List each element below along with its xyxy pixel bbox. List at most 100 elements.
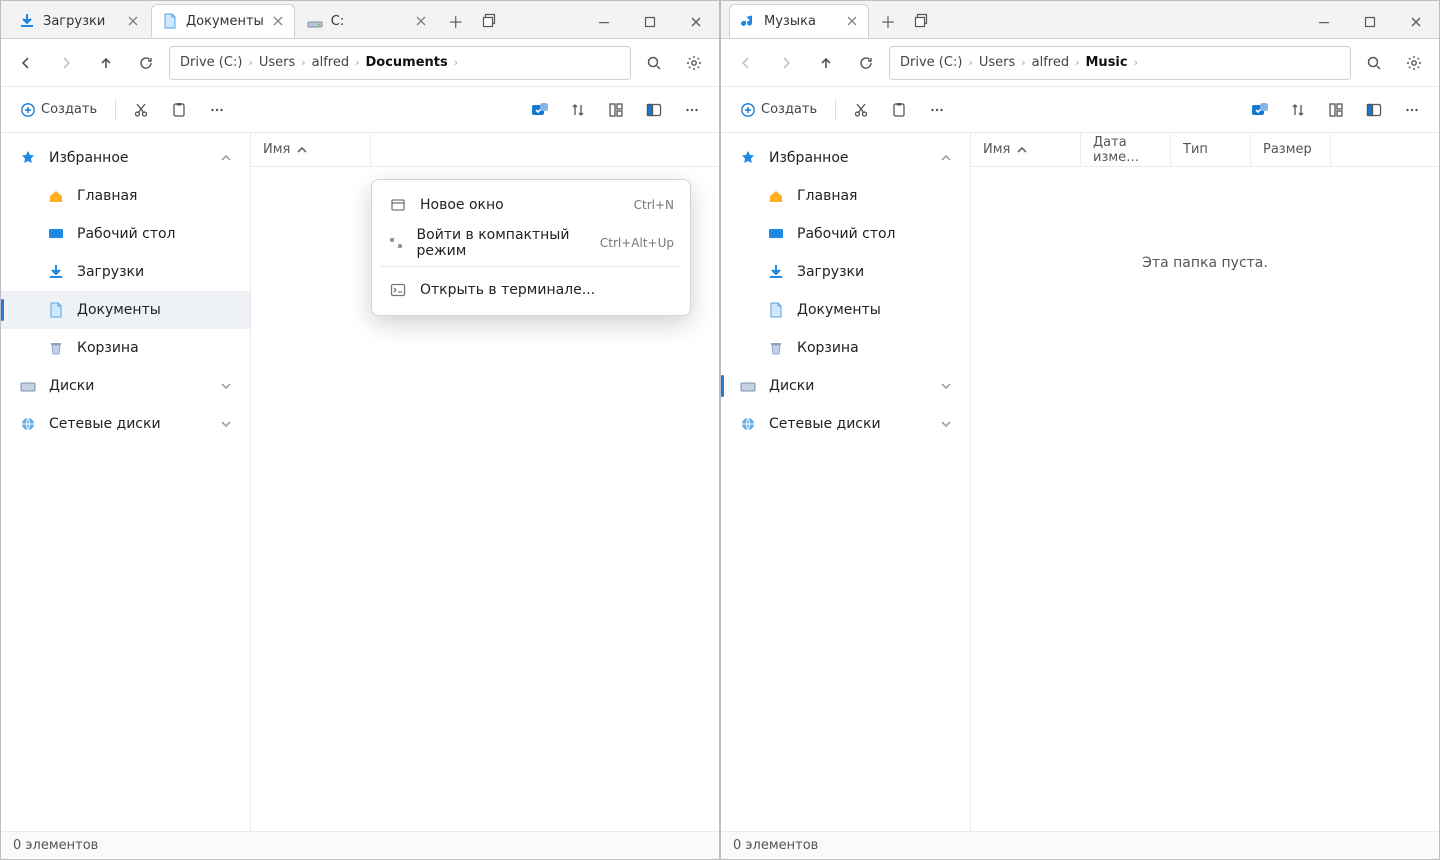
tab-0[interactable]: Загрузки [9, 4, 149, 38]
close-icon[interactable] [272, 15, 284, 27]
sidebar-item-trash[interactable]: Корзина [721, 329, 970, 367]
close-icon[interactable] [846, 15, 858, 27]
new-tab-button[interactable]: ＋ [871, 4, 905, 38]
settings-button[interactable] [677, 46, 711, 80]
breadcrumb[interactable]: Drive (C:)›Users›alfred›Documents› [169, 46, 631, 80]
sidebar-item-trash[interactable]: Корзина [1, 329, 250, 367]
forward-button[interactable] [49, 46, 83, 80]
forward-button[interactable] [769, 46, 803, 80]
chevron-right-icon: › [355, 56, 359, 69]
document-icon [767, 301, 785, 319]
sidebar-item-home[interactable]: Главная [721, 177, 970, 215]
more-actions-button[interactable] [200, 93, 234, 127]
overflow-button[interactable] [675, 93, 709, 127]
sidebar-item-download[interactable]: Загрузки [721, 253, 970, 291]
download-icon [47, 263, 65, 281]
compact-icon [388, 233, 405, 253]
layout-button[interactable] [599, 93, 633, 127]
up-button[interactable] [89, 46, 123, 80]
tab-label: C: [331, 14, 344, 29]
overflow-button[interactable] [1395, 93, 1429, 127]
sidebar-item-document[interactable]: Документы [1, 291, 250, 329]
sidebar-section-favorites[interactable]: Избранное [1, 139, 250, 177]
paste-button[interactable] [162, 93, 196, 127]
tab-bar: Загрузки Документы C: ＋ [1, 1, 719, 39]
breadcrumb-segment[interactable]: Drive (C:) [176, 53, 246, 72]
cut-button[interactable] [124, 93, 158, 127]
breadcrumb-segment[interactable]: alfred [308, 53, 353, 72]
tab-0[interactable]: Музыка [729, 4, 869, 38]
breadcrumb-segment[interactable]: Music [1082, 53, 1132, 72]
create-button[interactable]: Создать [731, 93, 827, 127]
column-headers[interactable]: ИмяДата изме…ТипРазмер [971, 133, 1439, 167]
close-icon[interactable] [127, 15, 139, 27]
maximize-button[interactable] [627, 6, 673, 38]
sidebar-item-home[interactable]: Главная [1, 177, 250, 215]
chevron-right-icon: › [1075, 56, 1079, 69]
column-2[interactable]: Тип [1171, 133, 1251, 166]
sort-asc-icon [296, 144, 308, 156]
sidebar-item-desktop[interactable]: Рабочий стол [1, 215, 250, 253]
close-icon[interactable] [415, 15, 427, 27]
split-button[interactable] [637, 93, 671, 127]
search-button[interactable] [637, 46, 671, 80]
column-0[interactable]: Имя [251, 133, 371, 166]
tab-overview-button[interactable] [905, 4, 939, 38]
sidebar-section-drives[interactable]: Диски [721, 367, 970, 405]
breadcrumb-segment[interactable]: Users [975, 53, 1019, 72]
more-actions-button[interactable] [920, 93, 954, 127]
menu-item-1[interactable]: Войти в компактный режим Ctrl+Alt+Up [378, 224, 684, 262]
chevron-right-icon: › [1021, 56, 1025, 69]
column-1[interactable]: Дата изме… [1081, 133, 1171, 166]
menu-item-0[interactable]: Новое окно Ctrl+N [378, 186, 684, 224]
window-icon [388, 195, 408, 215]
close-window-button[interactable] [1393, 6, 1439, 38]
sidebar-item-download[interactable]: Загрузки [1, 253, 250, 291]
content-area: ИмяДата изме…ТипРазмерЭта папка пуста. [971, 133, 1439, 831]
select-toggle-button[interactable] [523, 93, 557, 127]
breadcrumb-segment[interactable]: Drive (C:) [896, 53, 966, 72]
minimize-button[interactable] [581, 6, 627, 38]
document-icon [47, 301, 65, 319]
column-0[interactable]: Имя [971, 133, 1081, 166]
close-window-button[interactable] [673, 6, 719, 38]
column-3[interactable]: Размер [1251, 133, 1331, 166]
sidebar-item-desktop[interactable]: Рабочий стол [721, 215, 970, 253]
sidebar-section-network[interactable]: Сетевые диски [721, 405, 970, 443]
tab-1[interactable]: Документы [151, 4, 295, 38]
create-button[interactable]: Создать [11, 93, 107, 127]
sort-button[interactable] [561, 93, 595, 127]
settings-button[interactable] [1397, 46, 1431, 80]
chevron-right-icon: › [968, 56, 972, 69]
cut-button[interactable] [844, 93, 878, 127]
sidebar-section-drives[interactable]: Диски [1, 367, 250, 405]
sidebar-section-network[interactable]: Сетевые диски [1, 405, 250, 443]
minimize-button[interactable] [1301, 6, 1347, 38]
search-button[interactable] [1357, 46, 1391, 80]
split-button[interactable] [1357, 93, 1391, 127]
empty-state: Эта папка пуста. [971, 167, 1439, 831]
menu-item-3[interactable]: Открыть в терминале... [378, 271, 684, 309]
paste-button[interactable] [882, 93, 916, 127]
breadcrumb-segment[interactable]: alfred [1028, 53, 1073, 72]
refresh-button[interactable] [129, 46, 163, 80]
back-button[interactable] [729, 46, 763, 80]
sidebar-section-favorites[interactable]: Избранное [721, 139, 970, 177]
column-headers[interactable]: Имя [251, 133, 719, 167]
status-bar: 0 элементов [1, 831, 719, 859]
refresh-button[interactable] [849, 46, 883, 80]
new-tab-button[interactable]: ＋ [439, 4, 473, 38]
tab-overview-button[interactable] [473, 4, 507, 38]
tab-2[interactable]: C: [297, 4, 437, 38]
sort-button[interactable] [1281, 93, 1315, 127]
up-button[interactable] [809, 46, 843, 80]
back-button[interactable] [9, 46, 43, 80]
breadcrumb-segment[interactable]: Documents [362, 53, 452, 72]
breadcrumb-segment[interactable]: Users [255, 53, 299, 72]
sidebar-item-document[interactable]: Документы [721, 291, 970, 329]
select-toggle-button[interactable] [1243, 93, 1277, 127]
maximize-button[interactable] [1347, 6, 1393, 38]
breadcrumb[interactable]: Drive (C:)›Users›alfred›Music› [889, 46, 1351, 80]
chevron-down-icon [940, 380, 952, 392]
layout-button[interactable] [1319, 93, 1353, 127]
